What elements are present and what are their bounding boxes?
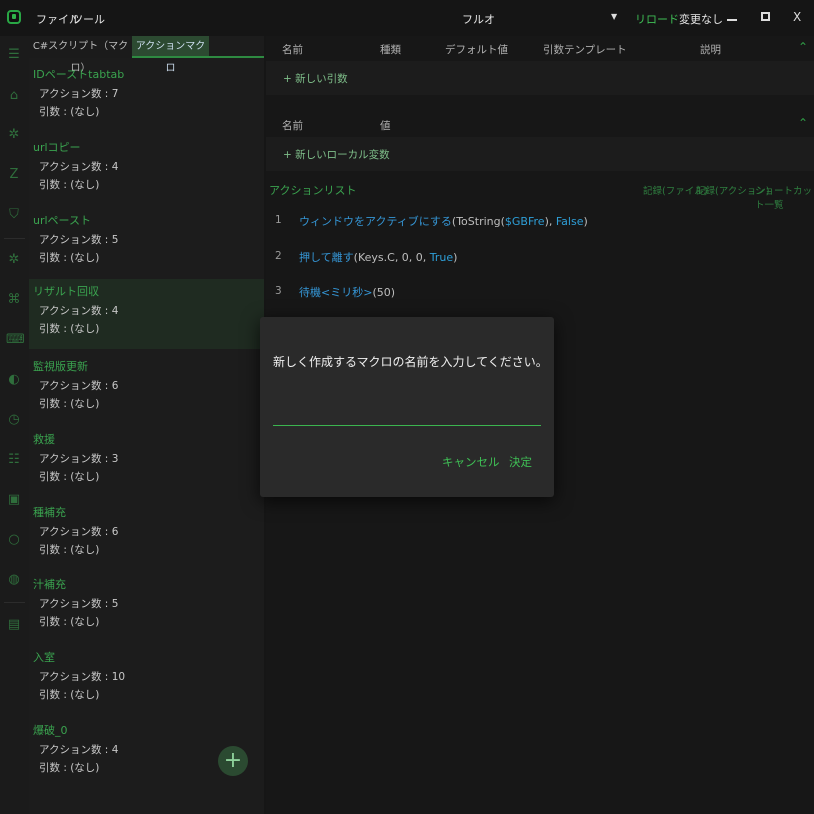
dialog-message: 新しく作成するマクロの名前を入力してください。: [273, 355, 548, 369]
confirm-button[interactable]: 決定: [509, 454, 532, 470]
new-macro-dialog: 新しく作成するマクロの名前を入力してください。 キャンセル 決定: [260, 317, 554, 497]
cancel-button[interactable]: キャンセル: [442, 454, 500, 470]
macro-name-input[interactable]: [273, 401, 541, 426]
